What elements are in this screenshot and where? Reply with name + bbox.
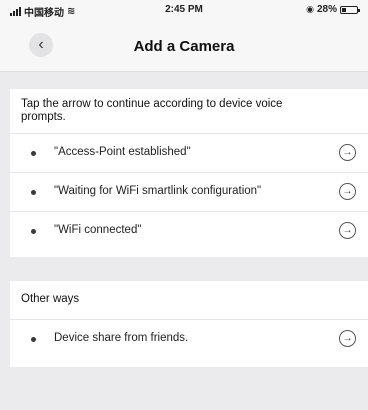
prompt-label: "Waiting for WiFi smartlink configuratio… [54,185,262,197]
battery-fill [342,7,346,12]
page-title: Add a Camera [133,38,235,55]
arrow-right-circle-icon[interactable]: → [339,330,356,347]
status-bar: 中国移动 ≋ 2:45 PM ◉ 28% [0,0,368,22]
bullet-icon [31,190,36,195]
arrow-right-circle-icon[interactable]: → [339,183,356,200]
orientation-lock-icon: ◉ [306,4,314,14]
other-row-device-share[interactable]: Device share from friends. → [10,319,368,357]
prompt-label: "Access-Point established" [54,146,191,158]
bullet-icon [31,337,36,342]
bullet-icon [31,151,36,156]
prompt-label: "WiFi connected" [54,224,142,236]
other-label: Device share from friends. [54,332,189,344]
status-right: ◉ 28% [306,4,360,15]
arrow-right-circle-icon[interactable]: → [339,222,356,239]
battery-percent: 28% [316,4,337,15]
bullet-icon [31,229,36,234]
prompt-row-waiting-smartlink[interactable]: "Waiting for WiFi smartlink configuratio… [10,172,368,210]
other-ways-card: Other ways Device share from friends. → [10,281,368,367]
prompt-row-wifi-connected[interactable]: "WiFi connected" → [10,211,368,249]
battery-icon [340,5,360,14]
instruction-text: Tap the arrow to continue according to d… [21,98,283,123]
arrow-right-circle-icon[interactable]: → [339,144,356,161]
section-title-other-ways: Other ways [21,293,80,305]
prompts-card: Tap the arrow to continue according to d… [10,89,368,257]
navigation-bar: ‹ Add a Camera [0,22,368,72]
prompt-row-access-point[interactable]: "Access-Point established" → [10,133,368,171]
